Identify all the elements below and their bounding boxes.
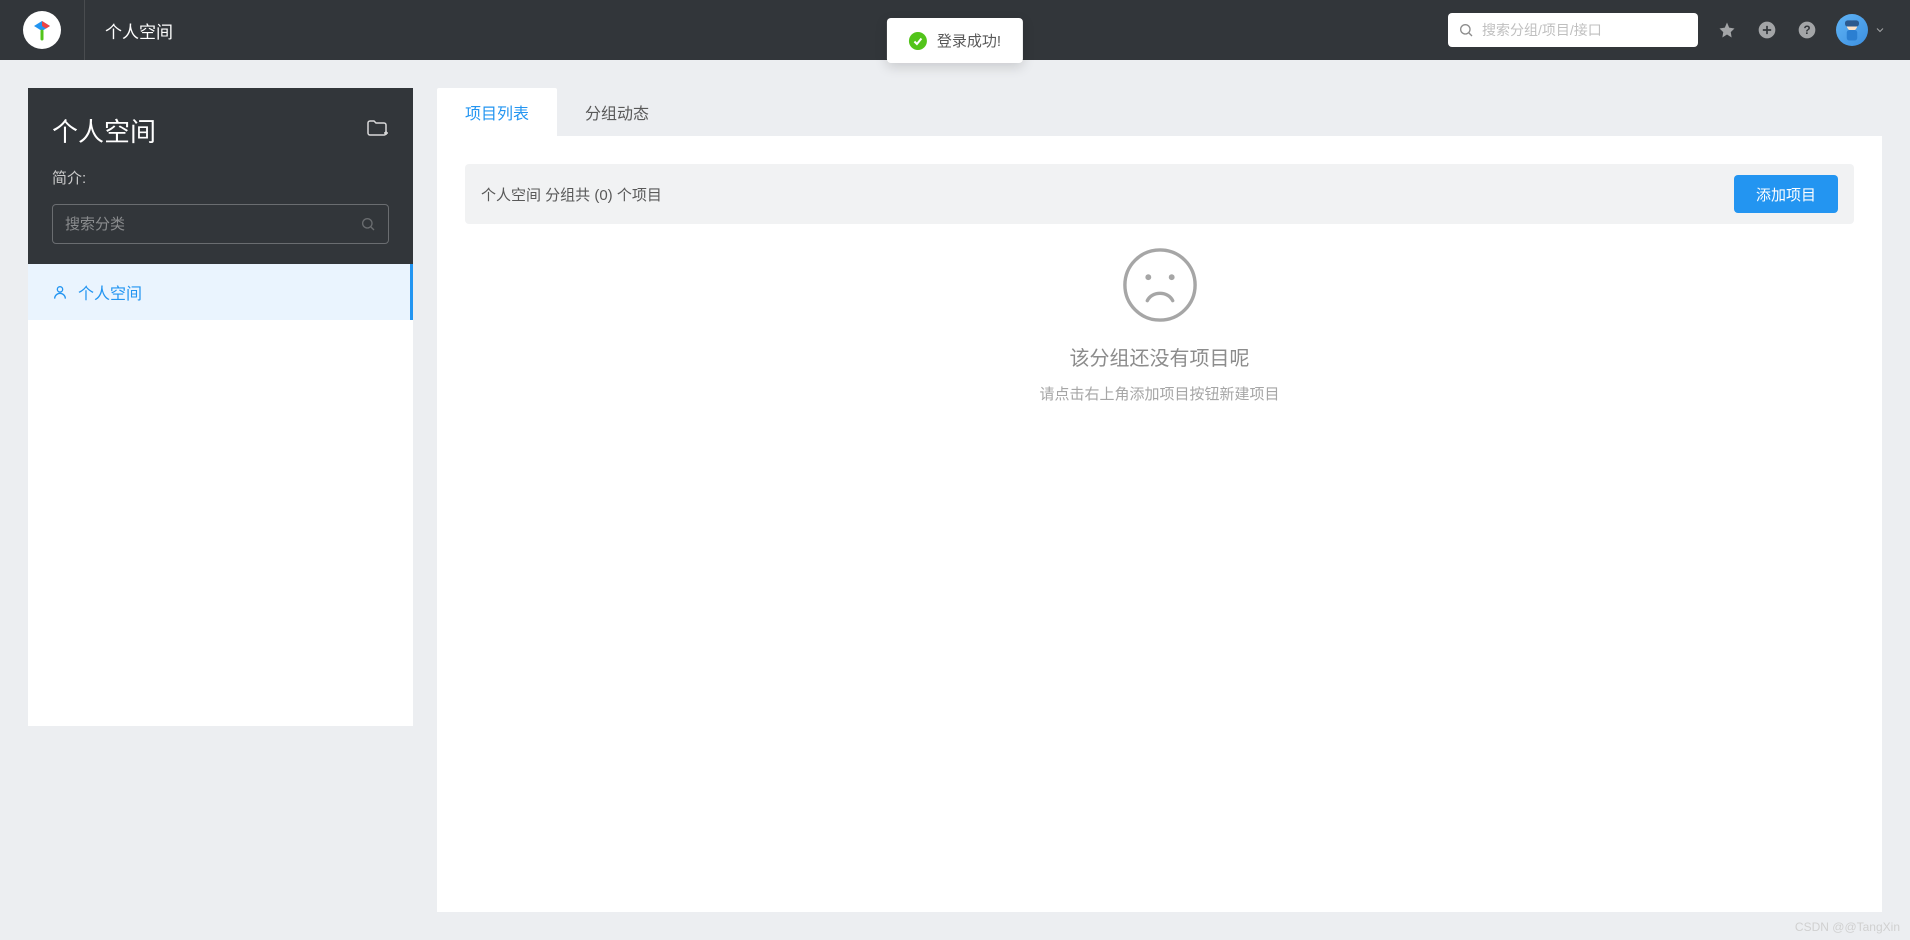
sidebar-item-personal[interactable]: 个人空间	[28, 264, 413, 320]
empty-title: 该分组还没有项目呢	[1070, 342, 1250, 371]
page-title: 个人空间	[105, 18, 173, 43]
global-search[interactable]	[1448, 13, 1698, 47]
empty-state: 该分组还没有项目呢 请点击右上角添加项目按钮新建项目	[465, 246, 1854, 404]
body: 个人空间 简介: 个人空间	[0, 60, 1910, 940]
add-folder-icon[interactable]	[365, 116, 389, 145]
toast-message: 登录成功!	[937, 30, 1001, 51]
watermark: CSDN @@TangXin	[1795, 920, 1900, 934]
tabs: 项目列表 分组动态	[437, 88, 1882, 136]
info-bar: 个人空间 分组共 (0) 个项目 添加项目	[465, 164, 1854, 224]
check-circle-icon	[909, 32, 927, 50]
sidebar-intro-label: 简介:	[52, 167, 389, 188]
tab-activity[interactable]: 分组动态	[557, 88, 677, 136]
header-right: ?	[1448, 13, 1886, 47]
user-icon	[52, 284, 68, 300]
sidebar-title: 个人空间	[52, 112, 156, 149]
user-menu[interactable]	[1836, 14, 1886, 46]
plus-icon[interactable]	[1756, 19, 1778, 41]
empty-subtitle: 请点击右上角添加项目按钮新建项目	[1039, 383, 1279, 404]
info-text: 个人空间 分组共 (0) 个项目	[481, 184, 662, 205]
sidebar-item-label: 个人空间	[78, 280, 142, 304]
logo-icon	[23, 11, 61, 49]
chevron-down-icon	[1874, 24, 1886, 36]
sidebar-search-input[interactable]	[65, 216, 360, 233]
help-icon[interactable]: ?	[1796, 19, 1818, 41]
sad-face-icon	[1121, 246, 1199, 324]
avatar	[1836, 14, 1868, 46]
sidebar-list: 个人空间	[28, 264, 413, 726]
toast: 登录成功!	[887, 18, 1023, 63]
main: 项目列表 分组动态 个人空间 分组共 (0) 个项目 添加项目 该分组还没有项目…	[437, 88, 1882, 912]
sidebar: 个人空间 简介: 个人空间	[28, 88, 413, 726]
tab-projects[interactable]: 项目列表	[437, 88, 557, 136]
add-project-button[interactable]: 添加项目	[1734, 175, 1838, 213]
main-panel: 个人空间 分组共 (0) 个项目 添加项目 该分组还没有项目呢 请点击右上角添加…	[437, 136, 1882, 912]
logo[interactable]	[0, 0, 85, 60]
star-icon[interactable]	[1716, 19, 1738, 41]
svg-text:?: ?	[1803, 24, 1810, 37]
sidebar-header: 个人空间 简介:	[28, 88, 413, 264]
global-search-input[interactable]	[1482, 22, 1688, 38]
sidebar-search[interactable]	[52, 204, 389, 244]
search-icon	[1458, 22, 1474, 38]
search-icon	[360, 216, 376, 232]
